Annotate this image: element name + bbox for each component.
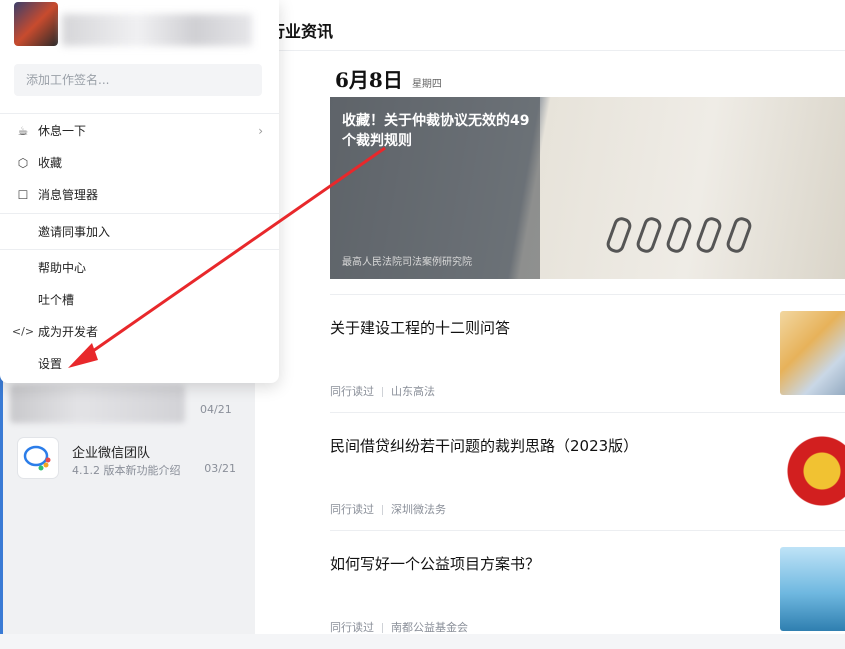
arrow-line (79, 146, 386, 362)
arrow-head (68, 343, 98, 368)
annotation-arrow (68, 146, 386, 368)
